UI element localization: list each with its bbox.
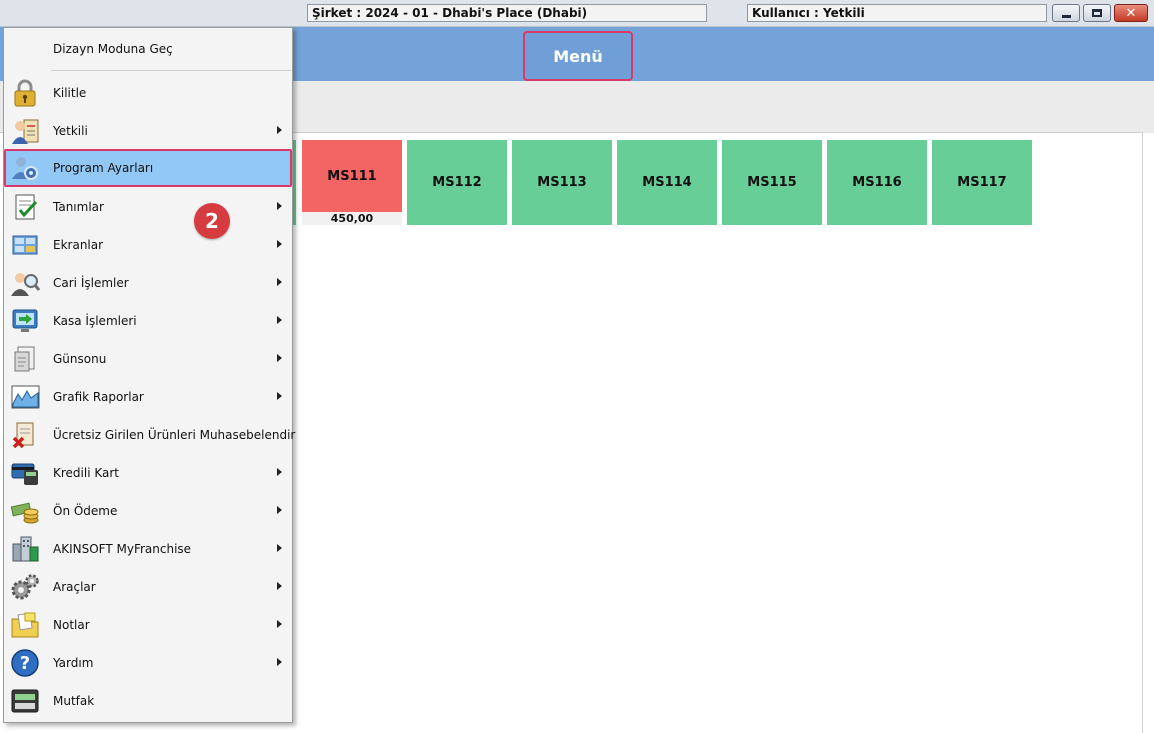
submenu-arrow-icon (277, 126, 282, 134)
submenu-arrow-icon (277, 278, 282, 286)
menu-item-kitchen[interactable]: Mutfak (4, 682, 292, 720)
table-tile-ms114[interactable]: MS114 (617, 140, 717, 225)
submenu-arrow-icon (277, 354, 282, 362)
menu-item-cash-ops[interactable]: Kasa İşlemleri (4, 302, 292, 340)
menu-item-label: Kasa İşlemleri (53, 314, 137, 328)
table-tile-ms113[interactable]: MS113 (512, 140, 612, 225)
menu-item-lock[interactable]: Kilitle (4, 74, 292, 112)
table-tile-ms115[interactable]: MS115 (722, 140, 822, 225)
table-tile-ms111[interactable]: MS111 (302, 140, 402, 212)
menu-item-label: Grafik Raporlar (53, 390, 144, 404)
close-icon: ✕ (1125, 5, 1137, 21)
menu-item-label: Ücretsiz Girilen Ürünleri Muhasebelendir (53, 428, 296, 442)
menu-item-tools[interactable]: Araçlar (4, 568, 292, 606)
menu-item-free-products-accounting[interactable]: Ücretsiz Girilen Ürünleri Muhasebelendir (4, 416, 296, 454)
maximize-icon (1092, 9, 1102, 17)
menu-button[interactable]: Menü (523, 31, 633, 81)
checklist-icon (15, 194, 38, 220)
menu-item-credit-card[interactable]: Kredili Kart (4, 454, 292, 492)
submenu-arrow-icon (277, 468, 282, 476)
menu-item-label: Araçlar (53, 580, 96, 594)
help-icon: ? (11, 649, 39, 677)
main-popup-menu: Dizayn Moduna Geç Kilitle Yetkili Progra… (3, 27, 296, 723)
submenu-arrow-icon (277, 240, 282, 248)
table-tile-ms117[interactable]: MS117 (932, 140, 1032, 225)
menu-item-notes[interactable]: Notlar (4, 606, 292, 644)
menu-item-label: AKINSOFT MyFranchise (53, 542, 192, 556)
card-terminal-icon (11, 463, 38, 485)
gears-icon (11, 574, 39, 600)
menu-item-program-settings[interactable]: Program Ayarları (4, 149, 292, 187)
menu-item-label: Program Ayarları (53, 161, 154, 175)
menu-item-graph-reports[interactable]: Grafik Raporlar (4, 378, 292, 416)
submenu-arrow-icon (277, 392, 282, 400)
submenu-arrow-icon (277, 620, 282, 628)
minimize-button[interactable] (1052, 4, 1080, 22)
padlock-icon (14, 79, 36, 107)
menu-item-authorized[interactable]: Yetkili (4, 112, 292, 150)
menu-item-label: Tanımlar (53, 200, 104, 214)
menu-item-definitions[interactable]: Tanımlar (4, 188, 292, 226)
table-tile-ms116[interactable]: MS116 (827, 140, 927, 225)
menu-item-account-ops[interactable]: Cari İşlemler (4, 264, 292, 302)
table-tile-ms112[interactable]: MS112 (407, 140, 507, 225)
menu-separator (51, 70, 291, 71)
report-icon (14, 346, 35, 372)
user-clipboard-icon (12, 119, 39, 144)
maximize-button[interactable] (1083, 4, 1111, 22)
menu-item-label: Mutfak (53, 694, 95, 708)
submenu-arrow-icon (277, 658, 282, 666)
submenu-arrow-icon (277, 316, 282, 324)
notes-folder-icon (11, 612, 39, 638)
submenu-arrow-icon (277, 544, 282, 552)
menu-item-myfranchise[interactable]: AKINSOFT MyFranchise (4, 530, 292, 568)
user-label: Kullanıcı : Yetkili (747, 4, 1047, 22)
menu-item-label: Günsonu (53, 352, 107, 366)
user-settings-icon (12, 157, 38, 180)
menu-item-label: Yardım (53, 656, 94, 670)
menu-item-screens[interactable]: Ekranlar (4, 226, 292, 264)
window-titlebar: Şirket : 2024 - 01 - Dhabi's Place (Dhab… (0, 0, 1154, 27)
buildings-icon (12, 536, 39, 562)
menu-item-label: Dizayn Moduna Geç (53, 42, 173, 56)
close-button[interactable]: ✕ (1114, 4, 1148, 22)
menu-item-label: Ekranlar (53, 238, 104, 252)
user-search-icon (11, 273, 40, 296)
menu-item-label: Notlar (53, 618, 90, 632)
monitor-arrow-icon (12, 309, 38, 332)
menu-item-label: Kilitle (53, 86, 87, 100)
menu-item-design-mode[interactable]: Dizayn Moduna Geç (4, 30, 292, 68)
table-amount-ms111: 450,00 (302, 212, 402, 225)
menu-item-label: Cari İşlemler (53, 276, 129, 290)
submenu-arrow-icon (277, 582, 282, 590)
submenu-arrow-icon (277, 202, 282, 210)
minimize-icon (1061, 14, 1071, 18)
menu-item-label: Ön Ödeme (53, 504, 118, 518)
menu-item-label: Yetkili (53, 124, 88, 138)
chart-icon (11, 385, 40, 409)
screens-icon (12, 235, 38, 255)
menu-item-label: Kredili Kart (53, 466, 120, 480)
kitchen-display-icon (11, 689, 39, 713)
svg-text:?: ? (20, 653, 30, 674)
company-label: Şirket : 2024 - 01 - Dhabi's Place (Dhab… (307, 4, 707, 22)
menu-item-help[interactable]: ? Yardım (4, 644, 292, 682)
menu-item-prepayment[interactable]: Ön Ödeme (4, 492, 292, 530)
submenu-arrow-icon (277, 506, 282, 514)
coins-icon (10, 502, 39, 524)
document-x-icon (12, 422, 34, 449)
menu-item-end-of-day[interactable]: Günsonu (4, 340, 292, 378)
step-badge-2: 2 (194, 203, 230, 239)
